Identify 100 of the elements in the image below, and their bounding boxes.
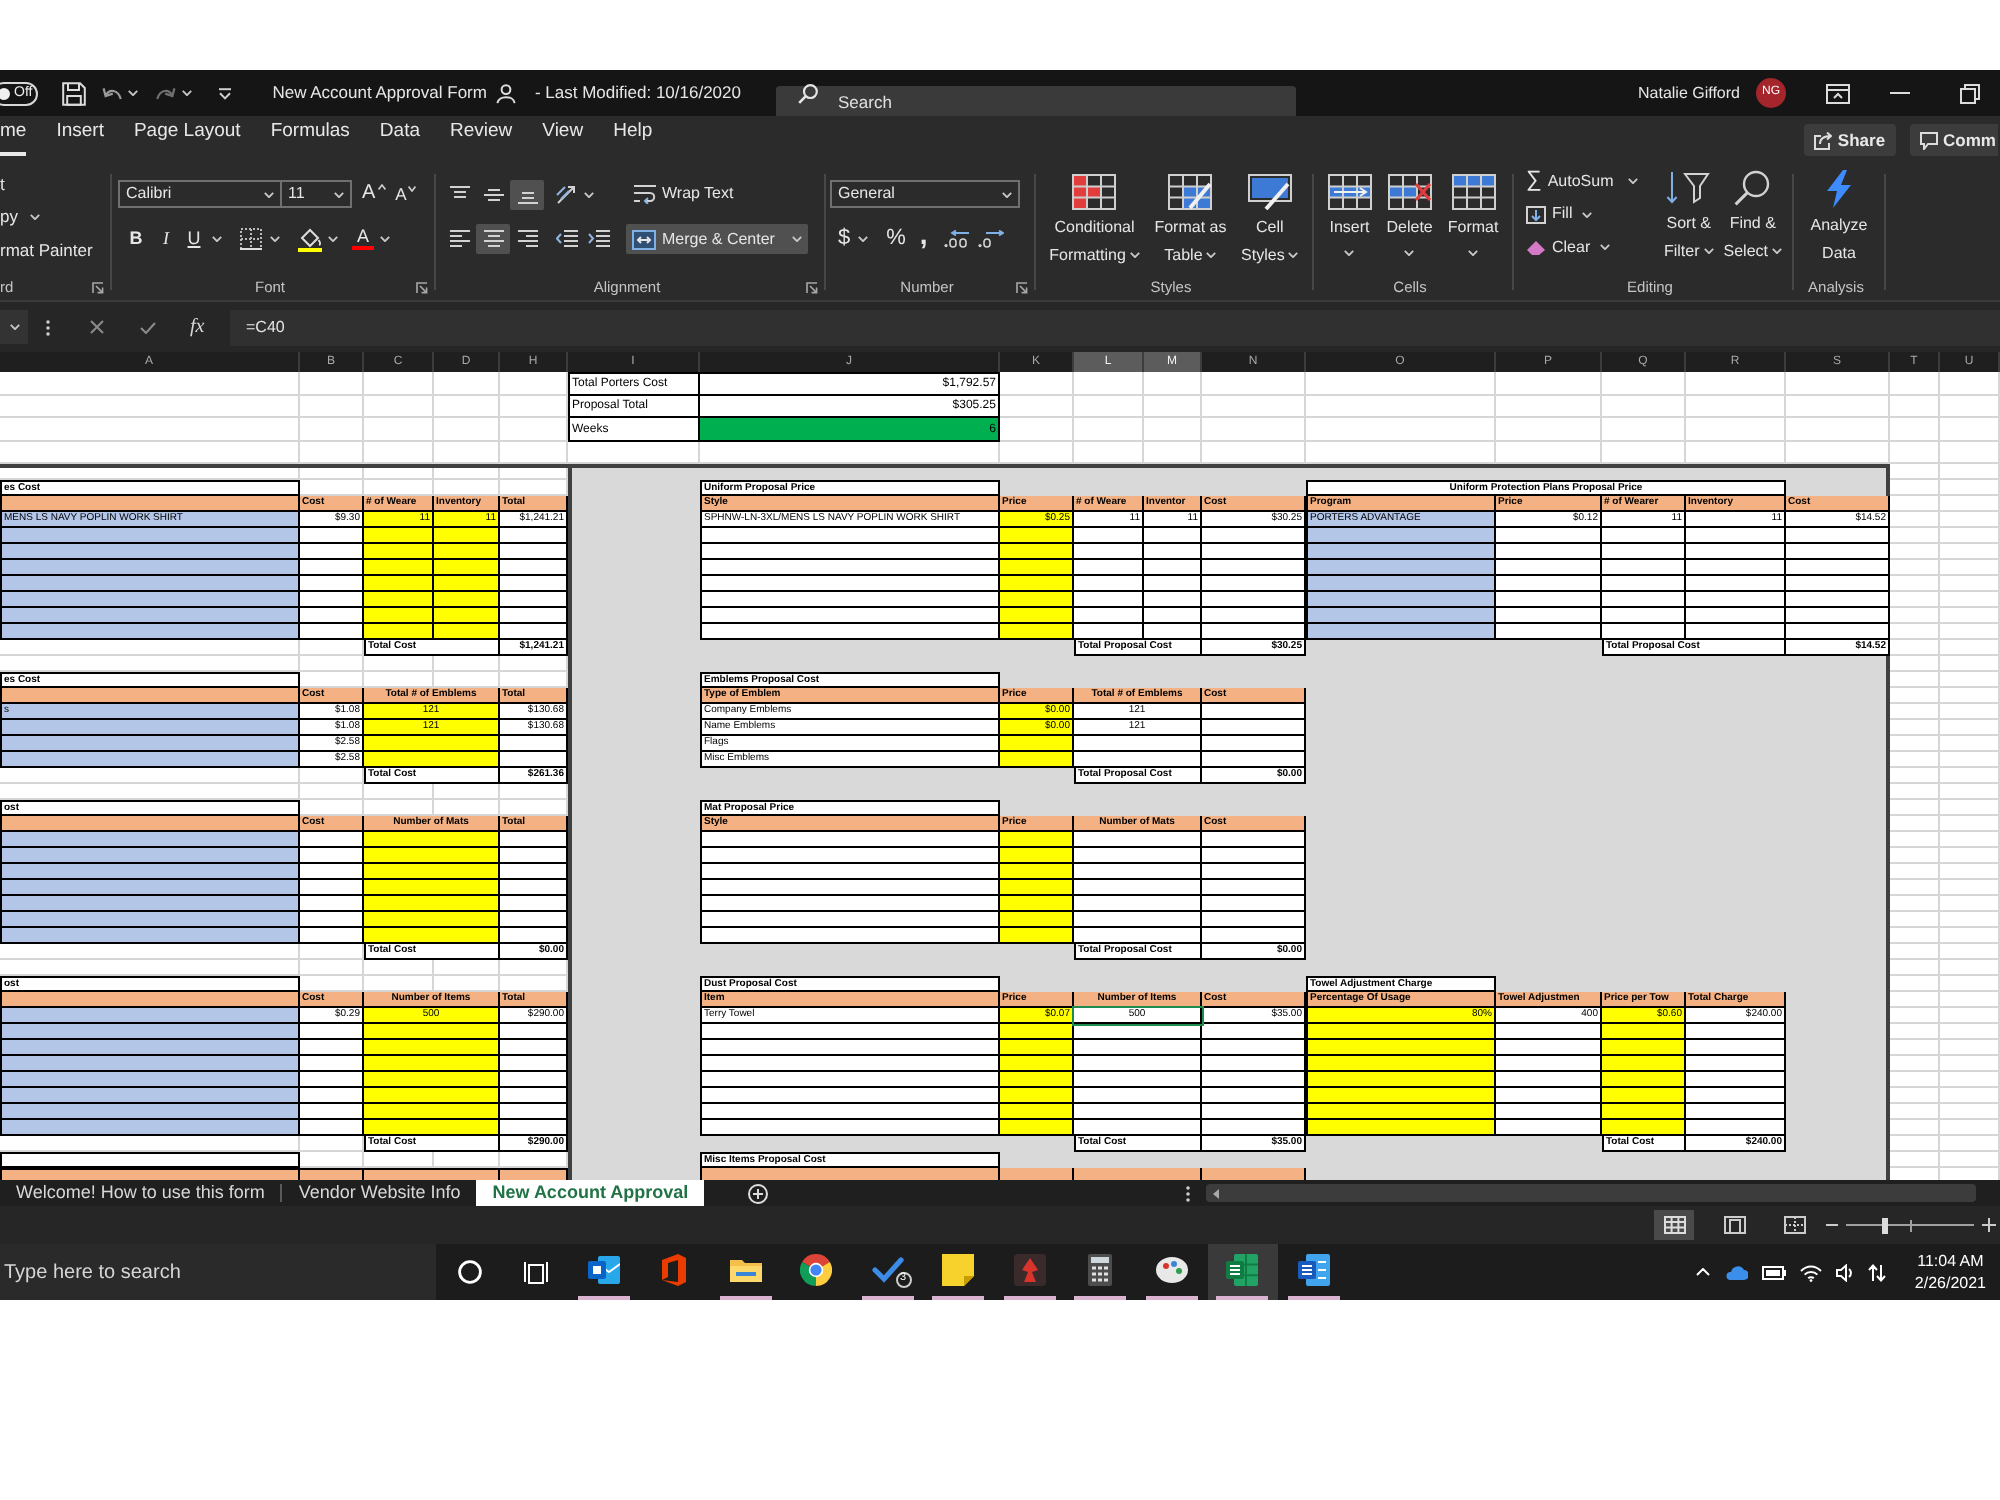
percent-button[interactable]: % <box>886 228 906 250</box>
restore-icon[interactable] <box>1960 83 1980 103</box>
delete-button[interactable]: Delete <box>1386 174 1433 260</box>
ribbon-tab[interactable]: Data <box>379 116 420 164</box>
alignment-button[interactable] <box>510 179 544 209</box>
format-as-table-button[interactable]: Format as Table <box>1154 174 1227 266</box>
orientation-icon[interactable] <box>556 184 578 204</box>
analyze-data-button[interactable]: Analyze Data <box>1810 170 1868 274</box>
ribbon-display-icon[interactable] <box>1826 83 1850 103</box>
increase-decimal-icon[interactable] <box>943 230 970 248</box>
clear-button[interactable]: Clear <box>1526 234 1638 260</box>
formula-field[interactable]: =C40 <box>230 309 2000 345</box>
ribbon-tab[interactable]: me <box>0 116 27 164</box>
up-down-arrows-icon[interactable] <box>1868 1263 1887 1281</box>
search-field[interactable]: Search <box>776 85 1296 116</box>
caret-icon[interactable] <box>328 236 338 242</box>
ribbon-tab[interactable]: View <box>542 116 584 164</box>
increase-font-button[interactable]: A <box>362 184 386 204</box>
ribbon-tab[interactable]: Review <box>450 116 513 164</box>
cloud-icon[interactable] <box>1724 1265 1749 1279</box>
font-color-button[interactable]: A <box>352 228 374 250</box>
wifi-icon[interactable] <box>1800 1263 1823 1281</box>
insert-function-button[interactable]: fx <box>190 312 205 342</box>
insert-button[interactable]: Insert <box>1327 174 1372 260</box>
customize-icon[interactable] <box>218 87 233 99</box>
caret-icon[interactable] <box>128 90 139 96</box>
chevron-up-icon[interactable] <box>1696 1268 1711 1276</box>
find-select-button[interactable]: Find & Select <box>1723 170 1782 262</box>
battery-icon[interactable] <box>1762 1265 1787 1279</box>
dialog-launcher-icon[interactable] <box>1016 281 1028 293</box>
caret-icon[interactable] <box>182 90 193 96</box>
comments-button[interactable]: Comm <box>1909 124 1998 156</box>
merge-center-button[interactable]: Merge & Center <box>626 224 809 254</box>
view-button[interactable] <box>1654 1210 1694 1240</box>
fill-button[interactable]: Fill <box>1526 201 1638 227</box>
dialog-launcher-icon[interactable] <box>806 281 819 293</box>
bold-button[interactable]: B <box>122 225 150 253</box>
zoom-in-icon[interactable] <box>1982 1218 1996 1232</box>
caret-icon[interactable] <box>270 236 280 242</box>
undo-icon[interactable] <box>102 86 123 100</box>
decrease-decimal-icon[interactable] <box>977 230 1004 248</box>
add-sheet-icon[interactable] <box>748 1183 769 1203</box>
search-icon[interactable] <box>798 83 818 103</box>
autosum-button[interactable]: ∑ AutoSum <box>1526 170 1614 192</box>
ribbon-tab[interactable]: Formulas <box>270 116 350 164</box>
date-text: 2/26/2021 <box>1914 1272 1986 1294</box>
conditional-formatting-icon <box>1072 174 1117 210</box>
ribbon-tab[interactable]: Help <box>613 116 653 164</box>
ribbon-tab[interactable]: Insert <box>56 116 104 164</box>
dialog-launcher-icon[interactable] <box>416 281 429 293</box>
horizontal-scrollbar[interactable] <box>1206 1184 1976 1202</box>
enter-icon[interactable] <box>140 321 156 333</box>
ribbon-tab[interactable]: Page Layout <box>133 116 241 164</box>
alignment-button[interactable] <box>476 224 510 254</box>
zoom-slider[interactable] <box>1846 1217 1974 1233</box>
caret-icon[interactable] <box>858 236 869 242</box>
borders-icon[interactable] <box>240 228 262 250</box>
increase-indent-icon[interactable] <box>588 230 610 248</box>
caret-icon[interactable] <box>584 191 594 197</box>
save-icon[interactable] <box>62 81 87 105</box>
comma-style-button[interactable]: , <box>919 219 928 247</box>
caret-icon[interactable] <box>212 236 222 242</box>
scroll-left-icon[interactable] <box>1212 1187 1220 1199</box>
caret-icon <box>1404 249 1415 255</box>
sheet-tab[interactable]: Vendor Website Info <box>282 1180 477 1206</box>
circle-icon[interactable] <box>458 1260 482 1284</box>
copy-button[interactable]: py <box>0 205 40 229</box>
font-size-field[interactable]: 11 <box>282 180 352 208</box>
currency-button[interactable]: $ <box>838 228 851 250</box>
cut-button[interactable]: t <box>0 172 5 196</box>
sheet-tab[interactable]: New Account Approval <box>476 1180 705 1206</box>
format-painter-button[interactable]: rmat Painter <box>0 238 93 262</box>
speaker-icon[interactable] <box>1836 1263 1855 1281</box>
number-format-field[interactable]: General <box>830 180 1020 208</box>
redo-icon[interactable] <box>156 86 177 100</box>
person-icon[interactable] <box>496 83 517 103</box>
fill-down-icon <box>1526 205 1546 223</box>
zoom-slider-thumb[interactable] <box>1881 1217 1888 1233</box>
taskbar-app[interactable] <box>1207 1244 1278 1300</box>
share-button[interactable]: Share <box>1803 124 1896 156</box>
wrap-text-button[interactable]: Wrap Text <box>634 184 734 204</box>
format-button[interactable]: Format <box>1447 174 1499 260</box>
name-box-field[interactable] <box>0 310 28 344</box>
cancel-icon[interactable] <box>90 320 104 334</box>
fill-color-icon[interactable] <box>298 227 322 251</box>
italic-button[interactable]: I <box>152 225 180 253</box>
sort-filter-button[interactable]: Sort & Filter <box>1663 170 1714 262</box>
caret-icon[interactable] <box>1627 178 1638 184</box>
cell-styles-button[interactable]: Cell Styles <box>1241 174 1299 266</box>
decrease-indent-icon[interactable] <box>556 230 578 248</box>
font-name-field[interactable]: Calibri <box>118 180 282 208</box>
caret-icon <box>9 324 19 330</box>
conditional-formatting-button[interactable]: Conditional Formatting <box>1049 174 1140 266</box>
task-view-icon[interactable] <box>524 1260 548 1284</box>
dialog-launcher-icon[interactable] <box>92 281 104 293</box>
underline-button[interactable]: U <box>182 225 206 253</box>
caret-icon[interactable] <box>380 236 390 242</box>
taskbar-search-field[interactable]: Type here to search <box>0 1244 436 1300</box>
sheet-tab[interactable]: Welcome! How to use this form <box>0 1180 281 1206</box>
decrease-font-button[interactable]: A <box>395 185 417 203</box>
